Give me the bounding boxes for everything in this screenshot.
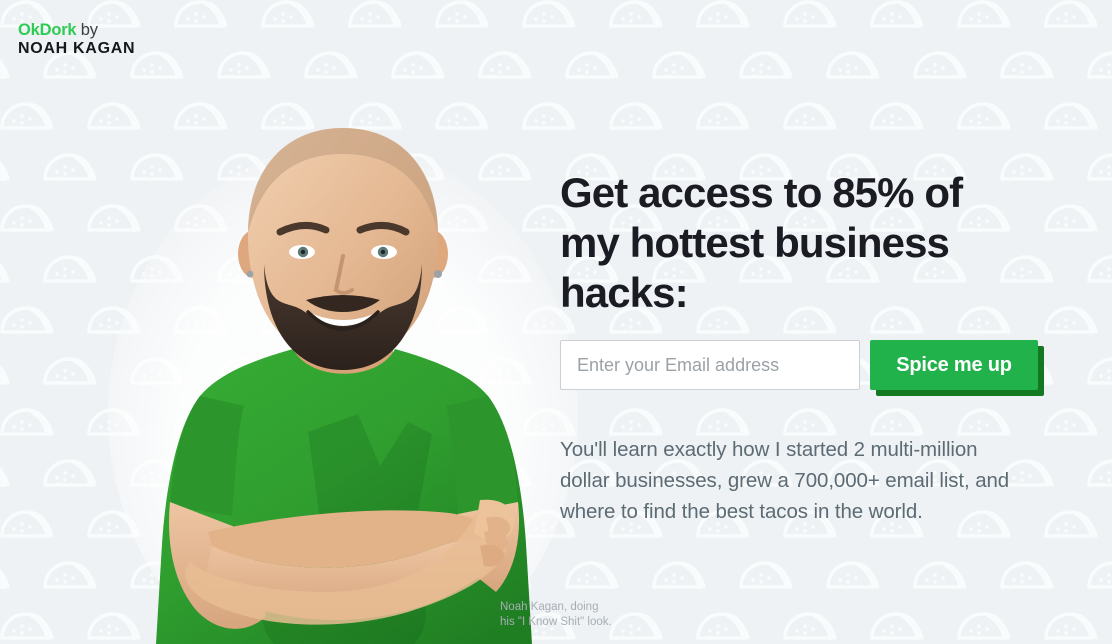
logo-by-text: by xyxy=(76,21,98,39)
spice-me-up-button[interactable]: Spice me up xyxy=(870,340,1038,390)
hero-content: Get access to 85% of my hottest business… xyxy=(560,168,1080,527)
site-logo[interactable]: OkDork by NOAH KAGAN xyxy=(18,21,136,57)
photo-caption: Noah Kagan, doing his "I Know Shit" look… xyxy=(500,601,612,628)
logo-top-line: OkDork by xyxy=(18,21,135,40)
hero-subcopy: You'll learn exactly how I started 2 mul… xyxy=(560,438,1010,523)
submit-button-wrapper: Spice me up xyxy=(870,340,1044,396)
noah-kagan-photo xyxy=(108,114,578,644)
email-signup-form: Spice me up xyxy=(560,340,1080,396)
logo-noah-kagan-text: NOAH KAGAN xyxy=(18,39,136,57)
page-title: Get access to 85% of my hottest business… xyxy=(560,169,963,316)
email-input[interactable] xyxy=(560,340,860,390)
logo-okdork-text: OkDork xyxy=(18,21,77,39)
landing-page: OkDork by NOAH KAGAN Noah Kagan, doing h… xyxy=(0,0,1112,644)
